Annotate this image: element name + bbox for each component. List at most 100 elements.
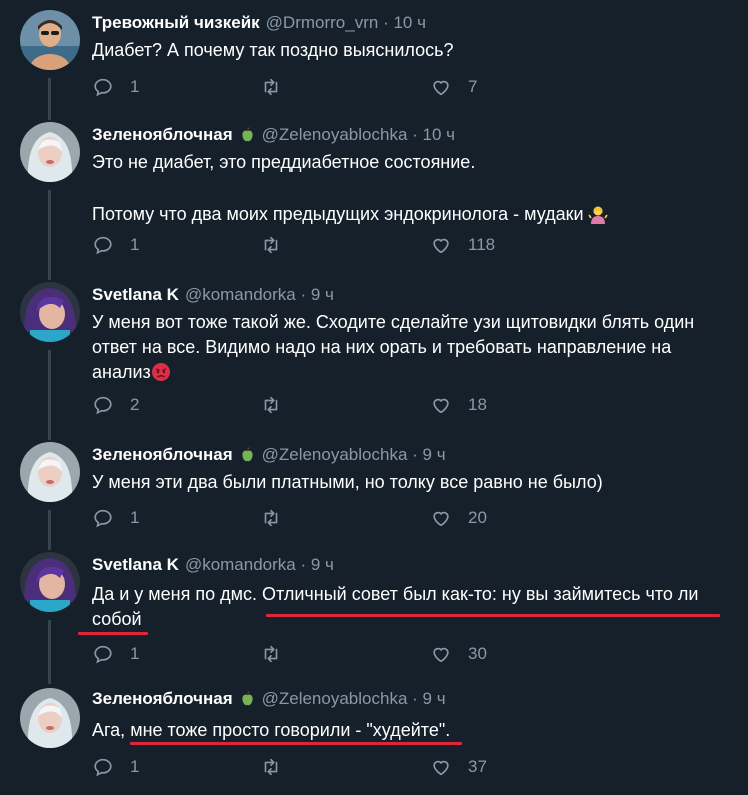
reply-button[interactable]: 1 — [92, 756, 139, 778]
author-handle[interactable]: @Zelenoyablochka — [262, 689, 408, 708]
author-name[interactable]: Svetlana K — [92, 285, 179, 304]
like-count: 30 — [468, 644, 487, 663]
green-apple-icon — [239, 126, 256, 143]
retweet-button[interactable] — [260, 394, 282, 416]
retweet-button[interactable] — [260, 643, 282, 665]
timestamp[interactable]: 9 ч — [311, 555, 334, 574]
tweet[interactable]: Svetlana K @komandorka · 9 ч У меня вот т… — [0, 272, 748, 432]
avatar[interactable] — [20, 122, 80, 182]
retweet-button[interactable] — [260, 507, 282, 529]
action-bar: 1 37 — [92, 756, 512, 780]
retweet-button[interactable] — [260, 76, 282, 98]
author-name[interactable]: Зеленояблочная — [92, 689, 233, 708]
tweet-text: У меня эти два были платными, но толку в… — [92, 470, 732, 495]
tweet[interactable]: Зеленояблочная @Zelenoyablochka · 9 ч Ага… — [0, 676, 748, 795]
retweet-icon — [264, 645, 278, 663]
timestamp[interactable]: 9 ч — [423, 689, 446, 708]
separator-dot: · — [378, 13, 394, 32]
avatar[interactable] — [20, 552, 80, 612]
timestamp[interactable]: 9 ч — [311, 285, 334, 304]
retweet-icon — [264, 396, 278, 414]
author-name[interactable]: Тревожный чизкейк — [92, 13, 260, 32]
action-bar: 1 118 — [92, 234, 512, 258]
tweet-text: У меня вот тоже такой же. Сходите сделай… — [92, 310, 732, 385]
like-button[interactable]: 37 — [430, 756, 487, 778]
action-bar: 1 30 — [92, 643, 512, 667]
retweet-icon — [264, 758, 278, 776]
like-button[interactable]: 30 — [430, 643, 487, 665]
tweet-header: Зеленояблочная @Zelenoyablochka · 10 ч — [92, 124, 455, 146]
author-handle[interactable]: @komandorka — [185, 285, 296, 304]
tweet-line-text: анализ — [92, 362, 151, 382]
heart-icon — [433, 511, 449, 527]
action-bar: 2 18 — [92, 394, 512, 418]
retweet-button[interactable] — [260, 234, 282, 256]
like-count: 18 — [468, 395, 487, 414]
tweet-text: Диабет? А почему так поздно выяснилось? — [92, 38, 732, 63]
tweet-text: Да и у меня по дмс. Отличный совет был к… — [92, 582, 732, 632]
avatar[interactable] — [20, 442, 80, 502]
avatar[interactable] — [20, 688, 80, 748]
highlight-underline — [130, 742, 462, 745]
heart-icon — [433, 80, 449, 96]
timestamp[interactable]: 10 ч — [393, 13, 426, 32]
author-name[interactable]: Зеленояблочная — [92, 445, 233, 464]
separator-dot: · — [407, 125, 423, 144]
reply-count: 2 — [130, 395, 140, 414]
reply-icon — [94, 78, 112, 97]
reply-button[interactable]: 2 — [92, 394, 139, 416]
reply-count: 1 — [130, 77, 140, 96]
angry-face-icon — [151, 362, 171, 382]
reply-button[interactable]: 1 — [92, 507, 139, 529]
woman-shrugging-icon — [587, 204, 608, 224]
action-bar: 1 20 — [92, 507, 512, 531]
like-button[interactable]: 20 — [430, 507, 487, 529]
tweet-text: Это не диабет, это преддиабетное состоян… — [92, 150, 732, 227]
tweet[interactable]: Зеленояблочная @Zelenoyablochka · 9 ч У м… — [0, 432, 748, 542]
author-handle[interactable]: @komandorka — [185, 555, 296, 574]
tweet-line: У меня вот тоже такой же. Сходите сделай… — [92, 312, 695, 332]
tweet[interactable]: Зеленояблочная @Zelenoyablochka · 10 ч Эт… — [0, 112, 748, 272]
reply-icon — [94, 396, 112, 415]
retweet-button[interactable] — [260, 756, 282, 778]
like-button[interactable]: 118 — [430, 234, 495, 256]
timestamp[interactable]: 9 ч — [423, 445, 446, 464]
author-handle[interactable]: @Zelenoyablochka — [262, 445, 408, 464]
reply-count: 1 — [130, 644, 140, 663]
tweet-line: Ага, мне тоже просто говорили - "худейте… — [92, 720, 451, 740]
author-handle[interactable]: @Drmorro_vrn — [266, 13, 379, 32]
tweet-line: анализ — [92, 360, 732, 385]
tweet-line: ответ на все. Видимо надо на них орать и… — [92, 337, 672, 357]
reply-button[interactable]: 1 — [92, 234, 139, 256]
tweet-header: Svetlana K @komandorka · 9 ч — [92, 554, 334, 576]
reply-icon — [94, 236, 112, 255]
like-count: 118 — [468, 235, 496, 254]
retweet-icon — [264, 509, 278, 527]
highlight-underline — [266, 614, 720, 617]
tweet-header: Тревожный чизкейк @Drmorro_vrn · 10 ч — [92, 12, 426, 34]
like-button[interactable]: 7 — [430, 76, 477, 98]
tweet[interactable]: Svetlana K @komandorka · 9 ч Да и у меня … — [0, 542, 748, 676]
tweet[interactable]: Тревожный чизкейк @Drmorro_vrn · 10 ч Диа… — [0, 0, 748, 112]
tweet-line: собой — [92, 609, 142, 629]
author-name[interactable]: Svetlana K — [92, 555, 179, 574]
tweet-line: У меня эти два были платными, но толку в… — [92, 472, 603, 492]
retweet-icon — [264, 236, 278, 254]
heart-icon — [433, 760, 449, 776]
tweet-text: Ага, мне тоже просто говорили - "худейте… — [92, 718, 732, 743]
timestamp[interactable]: 10 ч — [423, 125, 456, 144]
reply-button[interactable]: 1 — [92, 643, 139, 665]
highlight-underline — [78, 632, 148, 635]
tweet-line: Да и у меня по дмс. Отличный совет был к… — [92, 584, 699, 604]
like-count: 7 — [468, 77, 478, 96]
tweet-line-text: Потому что два моих предыдущих эндокрино… — [92, 204, 584, 224]
heart-icon — [433, 398, 449, 414]
author-handle[interactable]: @Zelenoyablochka — [262, 125, 408, 144]
avatar[interactable] — [20, 282, 80, 342]
like-button[interactable]: 18 — [430, 394, 487, 416]
reply-button[interactable]: 1 — [92, 76, 139, 98]
green-apple-icon — [239, 690, 256, 707]
avatar[interactable] — [20, 10, 80, 70]
reply-count: 1 — [130, 235, 140, 254]
author-name[interactable]: Зеленояблочная — [92, 125, 233, 144]
